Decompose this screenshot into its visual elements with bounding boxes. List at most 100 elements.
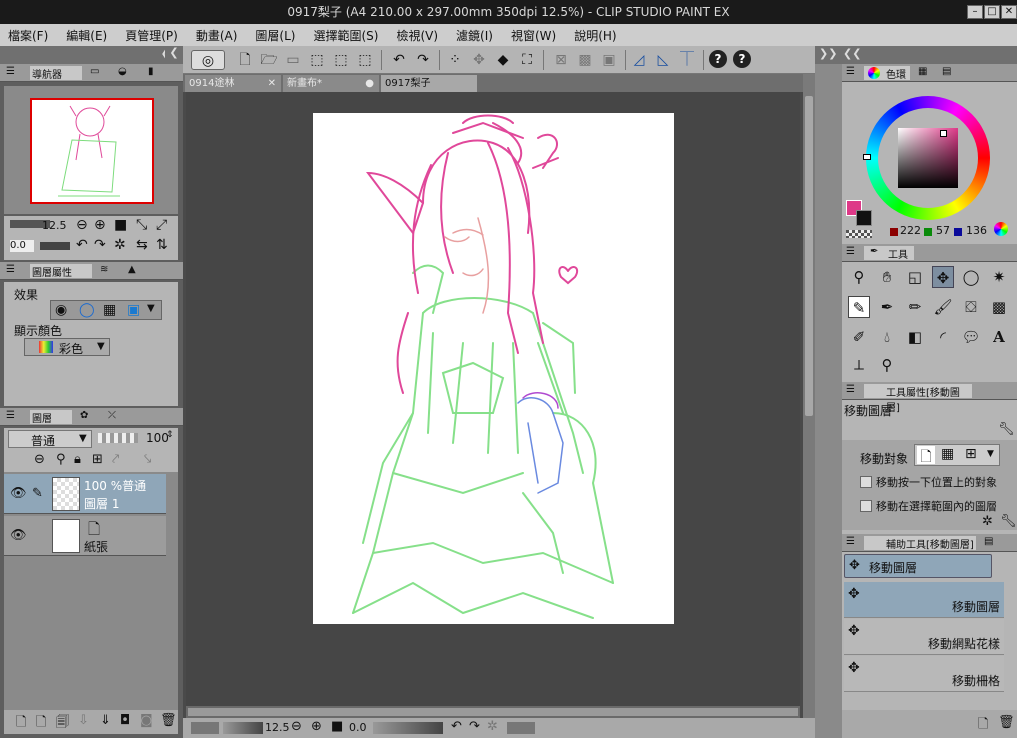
invert-select-icon[interactable]: ▩: [575, 50, 595, 70]
merge-down-icon[interactable]: ⇓: [100, 713, 111, 728]
chevron-down-icon[interactable]: ▼: [987, 449, 994, 459]
zoom-slider[interactable]: [223, 722, 263, 734]
sub-tool-item-move-tone[interactable]: ✥ 移動網點花樣: [844, 619, 1004, 655]
tab-layer-property[interactable]: 圖層屬性: [30, 264, 92, 279]
close-icon[interactable]: ✕: [268, 75, 276, 92]
modified-dot-icon[interactable]: ●: [365, 75, 374, 92]
target-layer-icon[interactable]: 🗋: [917, 446, 935, 465]
tab-sub-tool[interactable]: 輔助工具[移動圖層]: [864, 536, 976, 551]
tab-history-icon[interactable]: ⤫: [108, 410, 116, 421]
flip-h-icon[interactable]: ⇆: [136, 237, 148, 253]
select-all-icon[interactable]: ⬚: [307, 50, 327, 70]
saturation-value-square[interactable]: [898, 128, 958, 188]
zoom-out-icon[interactable]: ⊖: [291, 719, 302, 734]
horizontal-scrollbar[interactable]: [186, 706, 800, 718]
wrench-icon[interactable]: 🔧︎: [1000, 514, 1017, 529]
status-angle-value[interactable]: 0.0: [349, 721, 367, 734]
close-button[interactable]: ✕: [1001, 5, 1017, 19]
target-grid-icon[interactable]: ⊞: [965, 446, 977, 462]
hue-handle[interactable]: [863, 154, 871, 160]
sub-tool-item-move-grid[interactable]: ✥ 移動柵格: [844, 656, 1004, 692]
tab-color-history-icon[interactable]: ▤: [942, 66, 951, 77]
scrollbar-thumb[interactable]: [188, 708, 798, 716]
blend-tool-icon[interactable]: ✐: [848, 326, 870, 348]
rotate-slider[interactable]: [373, 722, 443, 734]
layer-row[interactable]: 👁︎ ✎ 100 %普通 圖層 1: [4, 474, 166, 514]
airbrush-tool-icon[interactable]: ⛋: [960, 296, 982, 318]
eraser-tool-icon[interactable]: ✎: [848, 296, 870, 318]
undo-icon[interactable]: ↶: [389, 50, 409, 70]
trash-icon[interactable]: 🗑︎: [998, 715, 1015, 730]
vertical-scrollbar[interactable]: [803, 74, 815, 718]
display-color-select[interactable]: 彩色 ▼: [24, 338, 110, 356]
actual-size-icon[interactable]: ■: [114, 217, 127, 233]
balloon-tool-icon[interactable]: 💬︎: [960, 326, 982, 348]
target-tone-icon[interactable]: ▦: [941, 446, 954, 462]
sub-tool-item-move-layer[interactable]: ✥ 移動圖層: [844, 582, 1004, 618]
save-icon[interactable]: ▭: [283, 50, 303, 70]
help-icon[interactable]: ?: [709, 50, 727, 68]
menu-help[interactable]: 說明(H): [574, 27, 616, 44]
gradient-tool-icon[interactable]: ◧: [904, 326, 926, 348]
tab-doc-new[interactable]: 新畫布* ●: [283, 75, 379, 92]
tab-info-icon[interactable]: ◒: [118, 66, 127, 77]
hand-tool-icon[interactable]: ✋︎: [876, 266, 898, 288]
snap-grid-icon[interactable]: ⏉: [677, 50, 697, 70]
tab-layers[interactable]: 圖層: [30, 410, 72, 425]
collapse-icon[interactable]: ❯❯: [819, 47, 837, 60]
lock-alpha-icon[interactable]: ⊞: [92, 452, 103, 467]
layer-color-icon[interactable]: ▣: [127, 302, 140, 318]
status-slider[interactable]: [191, 722, 219, 734]
zoom-in-icon[interactable]: ⊕: [311, 719, 322, 734]
wrench-icon[interactable]: 🔧︎: [998, 422, 1015, 437]
menu-file[interactable]: 檔案(F): [8, 27, 48, 44]
tab-timeline-icon[interactable]: ✿: [80, 410, 88, 421]
reference-icon[interactable]: ⚲: [56, 452, 66, 467]
minimize-button[interactable]: –: [967, 5, 983, 19]
decoration-tool-icon[interactable]: ▩: [988, 296, 1010, 318]
select-transform-icon[interactable]: ⬚: [355, 50, 375, 70]
tab-sub-tool-extra-icon[interactable]: ▤: [984, 536, 993, 547]
ruler-icon[interactable]: ⤥: [144, 452, 151, 467]
fill-icon[interactable]: ✥: [469, 50, 489, 70]
tab-navigator[interactable]: 導航器: [30, 66, 82, 81]
eraser-selection-icon[interactable]: ◆: [493, 50, 513, 70]
show-select-icon[interactable]: ▣: [599, 50, 619, 70]
color-mode-icon[interactable]: [994, 222, 1008, 236]
opacity-slider[interactable]: [98, 433, 138, 443]
new-sub-tool-icon[interactable]: 🗋: [978, 715, 988, 737]
lasso-tool-icon[interactable]: ◯: [960, 266, 982, 288]
menu-animation[interactable]: 動畫(A): [196, 27, 238, 44]
collapse-left-icon[interactable]: ❮: [165, 46, 183, 64]
redo-icon[interactable]: ↷: [413, 50, 433, 70]
color-picker-handle[interactable]: [940, 130, 947, 137]
canvas-paper[interactable]: [313, 113, 674, 624]
zoom-tool-icon[interactable]: ⚲: [848, 266, 870, 288]
select-move-icon[interactable]: ⬚: [331, 50, 351, 70]
rotate-left-icon[interactable]: ↶: [451, 719, 462, 734]
stepper-icon[interactable]: ⇕: [166, 430, 174, 440]
reset-rotate-icon[interactable]: ✲: [487, 719, 498, 734]
fit-icon[interactable]: ⤡: [136, 217, 147, 233]
blend-mode-select[interactable]: 普通 ▼: [8, 430, 92, 448]
ruler-tool-icon[interactable]: ⟂: [848, 354, 870, 376]
mask-apply-icon[interactable]: ◙: [140, 713, 153, 728]
tab-doc-0914[interactable]: 0914途林 ✕: [185, 75, 281, 92]
snap-special-ruler-icon[interactable]: ◺: [653, 50, 673, 70]
menu-filter[interactable]: 濾鏡(I): [456, 27, 493, 44]
clip-icon[interactable]: ⊖: [34, 452, 45, 467]
transparent-swatch[interactable]: [846, 230, 872, 238]
new-file-icon[interactable]: 🗋: [235, 50, 255, 70]
menu-edit[interactable]: 編輯(E): [66, 27, 107, 44]
tone-effect-icon[interactable]: ◯: [79, 302, 95, 318]
tab-doc-0917[interactable]: 0917梨子: [381, 75, 477, 92]
snap-ruler-icon[interactable]: ◿: [629, 50, 649, 70]
brush-tool-icon[interactable]: 🖌︎: [932, 296, 954, 318]
rotate-right-icon[interactable]: ↷: [94, 237, 106, 253]
mask-add-icon[interactable]: ◘: [120, 713, 130, 728]
fit-window-icon[interactable]: ⤢: [156, 217, 167, 233]
eyedropper-tool-icon[interactable]: ⚲: [876, 354, 898, 376]
nav-angle-value[interactable]: 0.0: [10, 240, 34, 252]
menu-view[interactable]: 檢視(V): [396, 27, 438, 44]
sub-tool-group-button[interactable]: ✥ 移動圖層: [844, 554, 992, 578]
